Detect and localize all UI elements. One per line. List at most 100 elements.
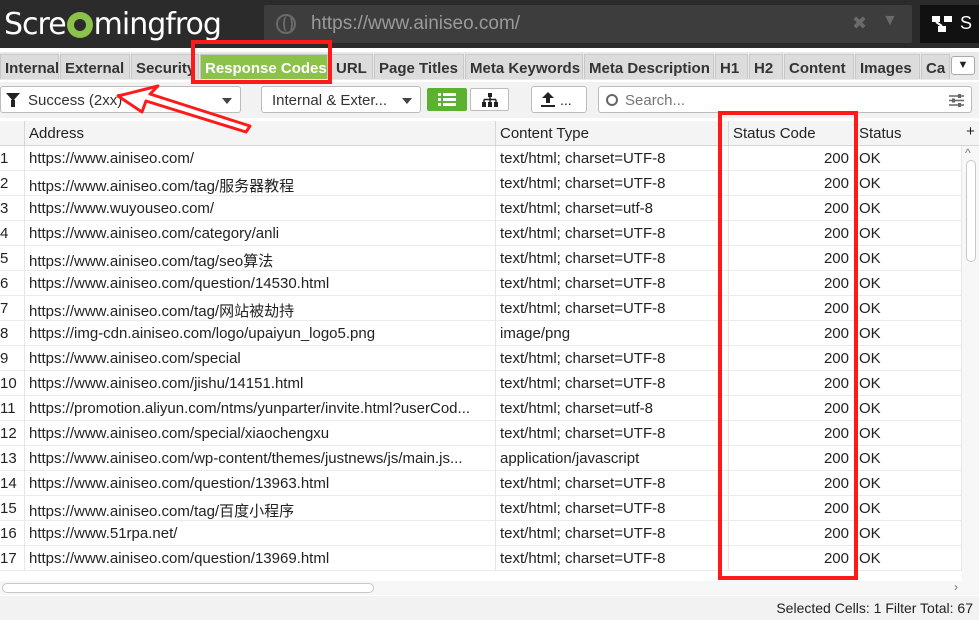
cell-content-type[interactable]: text/html; charset=UTF-8 — [496, 421, 729, 446]
column-header-address[interactable]: Address — [25, 121, 496, 146]
cell-content-type[interactable]: text/html; charset=utf-8 — [496, 396, 729, 421]
row-number[interactable]: 14 — [0, 471, 25, 496]
url-text[interactable]: https://www.ainiseo.com/ — [311, 13, 520, 35]
row-number[interactable]: 11 — [0, 396, 25, 421]
cell-address[interactable]: https://www.ainiseo.com/special/xiaochen… — [25, 421, 496, 446]
cell-status[interactable]: OK — [855, 171, 962, 196]
cell-content-type[interactable]: text/html; charset=UTF-8 — [496, 271, 729, 296]
scroll-up-icon[interactable]: ^ — [965, 146, 971, 160]
list-view-button[interactable] — [427, 88, 467, 111]
more-tabs-button[interactable]: ▼ — [951, 56, 975, 75]
cell-status[interactable]: OK — [855, 521, 962, 546]
tab-page-titles[interactable]: Page Titles — [374, 54, 464, 79]
vertical-scroll-thumb[interactable] — [966, 160, 976, 262]
url-input[interactable]: https://www.ainiseo.com/ ✖ ▼ — [264, 5, 912, 43]
tab-content[interactable]: Content — [784, 54, 854, 79]
cell-content-type[interactable]: text/html; charset=UTF-8 — [496, 546, 729, 571]
row-number[interactable]: 3 — [0, 196, 25, 221]
scope-dropdown[interactable]: Internal & Exter... — [261, 86, 421, 113]
cell-status[interactable]: OK — [855, 346, 962, 371]
cell-content-type[interactable]: text/html; charset=UTF-8 — [496, 521, 729, 546]
cell-status[interactable]: OK — [855, 421, 962, 446]
tab-internal[interactable]: Internal — [0, 54, 59, 79]
cell-status[interactable]: OK — [855, 246, 962, 271]
cell-address[interactable]: https://www.ainiseo.com/tag/网站被劫持 — [25, 296, 496, 321]
cell-status[interactable]: OK — [855, 321, 962, 346]
cell-content-type[interactable]: text/html; charset=UTF-8 — [496, 371, 729, 396]
row-number[interactable]: 10 — [0, 371, 25, 396]
row-number[interactable]: 13 — [0, 446, 25, 471]
url-history-dropdown-icon[interactable]: ▼ — [882, 12, 898, 30]
cell-address[interactable]: https://www.ainiseo.com/jishu/14151.html — [25, 371, 496, 396]
cell-address[interactable]: https://www.ainiseo.com/question/14530.h… — [25, 271, 496, 296]
column-header-content-type[interactable]: Content Type — [496, 121, 729, 146]
row-number[interactable]: 1 — [0, 146, 25, 171]
cell-address[interactable]: https://img-cdn.ainiseo.com/logo/upaiyun… — [25, 321, 496, 346]
tab-url[interactable]: URL — [331, 54, 373, 79]
export-button[interactable]: ... — [531, 86, 587, 113]
cell-status[interactable]: OK — [855, 396, 962, 421]
cell-content-type[interactable]: text/html; charset=UTF-8 — [496, 171, 729, 196]
tab-meta-keywords[interactable]: Meta Keywords — [465, 54, 583, 79]
row-number[interactable]: 6 — [0, 271, 25, 296]
cell-content-type[interactable]: text/html; charset=UTF-8 — [496, 246, 729, 271]
cell-status[interactable]: OK — [855, 371, 962, 396]
cell-status[interactable]: OK — [855, 446, 962, 471]
cell-content-type[interactable]: text/html; charset=UTF-8 — [496, 471, 729, 496]
row-number[interactable]: 8 — [0, 321, 25, 346]
clear-icon[interactable]: ✖ — [852, 13, 867, 34]
sliders-icon[interactable] — [949, 94, 964, 107]
tab-h2[interactable]: H2 — [749, 54, 783, 79]
cell-address[interactable]: https://www.ainiseo.com/tag/百度小程序 — [25, 496, 496, 521]
tab-external[interactable]: External — [60, 54, 130, 79]
cell-address[interactable]: https://www.ainiseo.com/question/13963.h… — [25, 471, 496, 496]
tab-h1[interactable]: H1 — [715, 54, 748, 79]
row-number[interactable]: 17 — [0, 546, 25, 571]
cell-address[interactable]: https://promotion.aliyun.com/ntms/yunpar… — [25, 396, 496, 421]
search-input[interactable] — [625, 92, 925, 109]
add-column-button[interactable]: + — [962, 121, 979, 146]
row-number[interactable]: 12 — [0, 421, 25, 446]
cell-content-type[interactable]: application/javascript — [496, 446, 729, 471]
cell-address[interactable]: https://www.ainiseo.com/special — [25, 346, 496, 371]
row-number[interactable]: 5 — [0, 246, 25, 271]
cell-content-type[interactable]: text/html; charset=UTF-8 — [496, 496, 729, 521]
tab-meta-description[interactable]: Meta Description — [584, 54, 714, 79]
tab-images[interactable]: Images — [855, 54, 920, 79]
column-header-status[interactable]: Status — [855, 121, 962, 146]
horizontal-scrollbar[interactable]: › — [0, 580, 979, 595]
cell-content-type[interactable]: text/html; charset=UTF-8 — [496, 146, 729, 171]
row-number[interactable]: 4 — [0, 221, 25, 246]
cell-status[interactable]: OK — [855, 196, 962, 221]
scroll-right-icon[interactable]: › — [954, 580, 958, 594]
cell-content-type[interactable]: text/html; charset=UTF-8 — [496, 346, 729, 371]
cell-status[interactable]: OK — [855, 496, 962, 521]
cell-address[interactable]: https://www.51rpa.net/ — [25, 521, 496, 546]
cell-address[interactable]: https://www.ainiseo.com/ — [25, 146, 496, 171]
row-number[interactable]: 16 — [0, 521, 25, 546]
cell-status[interactable]: OK — [855, 271, 962, 296]
cell-content-type[interactable]: text/html; charset=UTF-8 — [496, 221, 729, 246]
cell-status[interactable]: OK — [855, 471, 962, 496]
row-number[interactable]: 9 — [0, 346, 25, 371]
cell-address[interactable]: https://www.ainiseo.com/tag/seo算法 — [25, 246, 496, 271]
cell-content-type[interactable]: image/png — [496, 321, 729, 346]
tree-view-button[interactable] — [470, 88, 509, 111]
cell-status[interactable]: OK — [855, 221, 962, 246]
row-number[interactable]: 15 — [0, 496, 25, 521]
cell-address[interactable]: https://www.wuyouseo.com/ — [25, 196, 496, 221]
cell-status[interactable]: OK — [855, 546, 962, 571]
search-field[interactable] — [598, 86, 972, 113]
row-number[interactable]: 2 — [0, 171, 25, 196]
cell-content-type[interactable]: text/html; charset=UTF-8 — [496, 296, 729, 321]
cell-address[interactable]: https://www.ainiseo.com/wp-content/theme… — [25, 446, 496, 471]
tab-canonicals[interactable]: Ca — [921, 54, 950, 79]
row-number[interactable]: 7 — [0, 296, 25, 321]
cell-status[interactable]: OK — [855, 296, 962, 321]
cell-address[interactable]: https://www.ainiseo.com/category/anli — [25, 221, 496, 246]
tab-security[interactable]: Security — [131, 54, 199, 79]
cell-address[interactable]: https://www.ainiseo.com/tag/服务器教程 — [25, 171, 496, 196]
vertical-scrollbar[interactable]: ^ — [962, 146, 979, 581]
cell-content-type[interactable]: text/html; charset=utf-8 — [496, 196, 729, 221]
horizontal-scroll-thumb[interactable] — [2, 583, 374, 593]
